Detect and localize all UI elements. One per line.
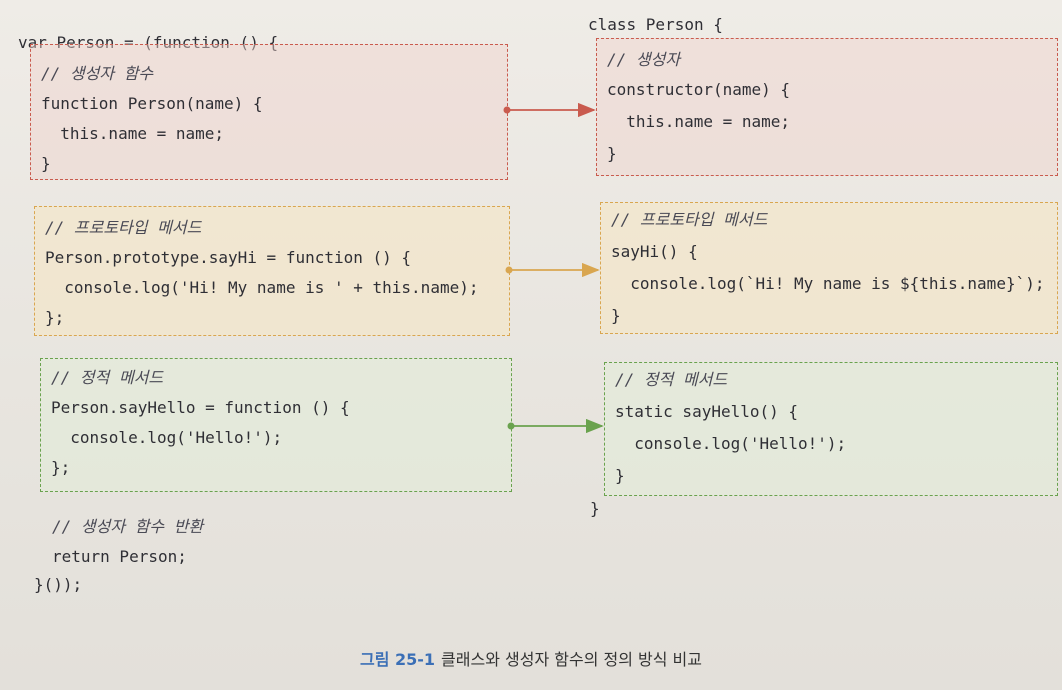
left-prototype-line-3: }; xyxy=(45,308,65,327)
right-footer: } xyxy=(590,499,600,518)
book-page: var Person = (function () { // 생성자 함수 fu… xyxy=(0,0,1062,690)
right-constructor-line-2: this.name = name; xyxy=(607,112,791,131)
right-static-box: // 정적 메서드 static sayHello() { console.lo… xyxy=(604,362,1058,496)
left-constructor-line-1: function Person(name) { xyxy=(41,94,263,113)
right-prototype-box: // 프로토타입 메서드 sayHi() { console.log(`Hi! … xyxy=(600,202,1058,334)
left-return-line: return Person; xyxy=(52,547,187,566)
left-static-line-3: }; xyxy=(51,458,71,477)
left-prototype-line-2: console.log('Hi! My name is ' + this.nam… xyxy=(45,278,479,297)
right-prototype-comment: // 프로토타입 메서드 xyxy=(611,210,768,229)
static-arrow xyxy=(507,418,604,434)
constructor-arrow xyxy=(503,102,596,118)
prototype-arrow xyxy=(505,262,600,278)
left-footer: }()); xyxy=(34,575,83,594)
right-constructor-comment: // 생성자 xyxy=(607,50,681,69)
right-static-line-3: } xyxy=(615,466,625,485)
right-header: class Person { xyxy=(588,15,723,34)
figure-caption: 그림 25-1 클래스와 생성자 함수의 정의 방식 비교 xyxy=(0,646,1062,670)
right-static-comment: // 정적 메서드 xyxy=(615,370,728,389)
right-prototype-line-2: console.log(`Hi! My name is ${this.name}… xyxy=(611,274,1045,293)
left-return-comment: // 생성자 함수 반환 xyxy=(52,517,204,536)
right-static-line-2: console.log('Hello!'); xyxy=(615,434,847,453)
right-prototype-line-1: sayHi() { xyxy=(611,242,698,261)
right-constructor-box: // 생성자 constructor(name) { this.name = n… xyxy=(596,38,1058,176)
left-constructor-box: // 생성자 함수 function Person(name) { this.n… xyxy=(30,44,508,180)
right-constructor-line-3: } xyxy=(607,144,617,163)
left-static-box: // 정적 메서드 Person.sayHello = function () … xyxy=(40,358,512,492)
left-prototype-box: // 프로토타입 메서드 Person.prototype.sayHi = fu… xyxy=(34,206,510,336)
left-static-line-2: console.log('Hello!'); xyxy=(51,428,283,447)
left-static-comment: // 정적 메서드 xyxy=(51,368,164,387)
right-static-line-1: static sayHello() { xyxy=(615,402,799,421)
right-constructor-line-1: constructor(name) { xyxy=(607,80,791,99)
left-constructor-line-2: this.name = name; xyxy=(41,124,225,143)
left-static-line-1: Person.sayHello = function () { xyxy=(51,398,350,417)
left-prototype-comment: // 프로토타입 메서드 xyxy=(45,218,202,237)
left-constructor-comment: // 생성자 함수 xyxy=(41,64,154,83)
left-prototype-line-1: Person.prototype.sayHi = function () { xyxy=(45,248,412,267)
figure-number: 그림 25-1 xyxy=(359,650,436,669)
left-constructor-line-3: } xyxy=(41,154,51,173)
figure-caption-text: 클래스와 생성자 함수의 정의 방식 비교 xyxy=(441,650,702,669)
right-prototype-line-3: } xyxy=(611,306,621,325)
